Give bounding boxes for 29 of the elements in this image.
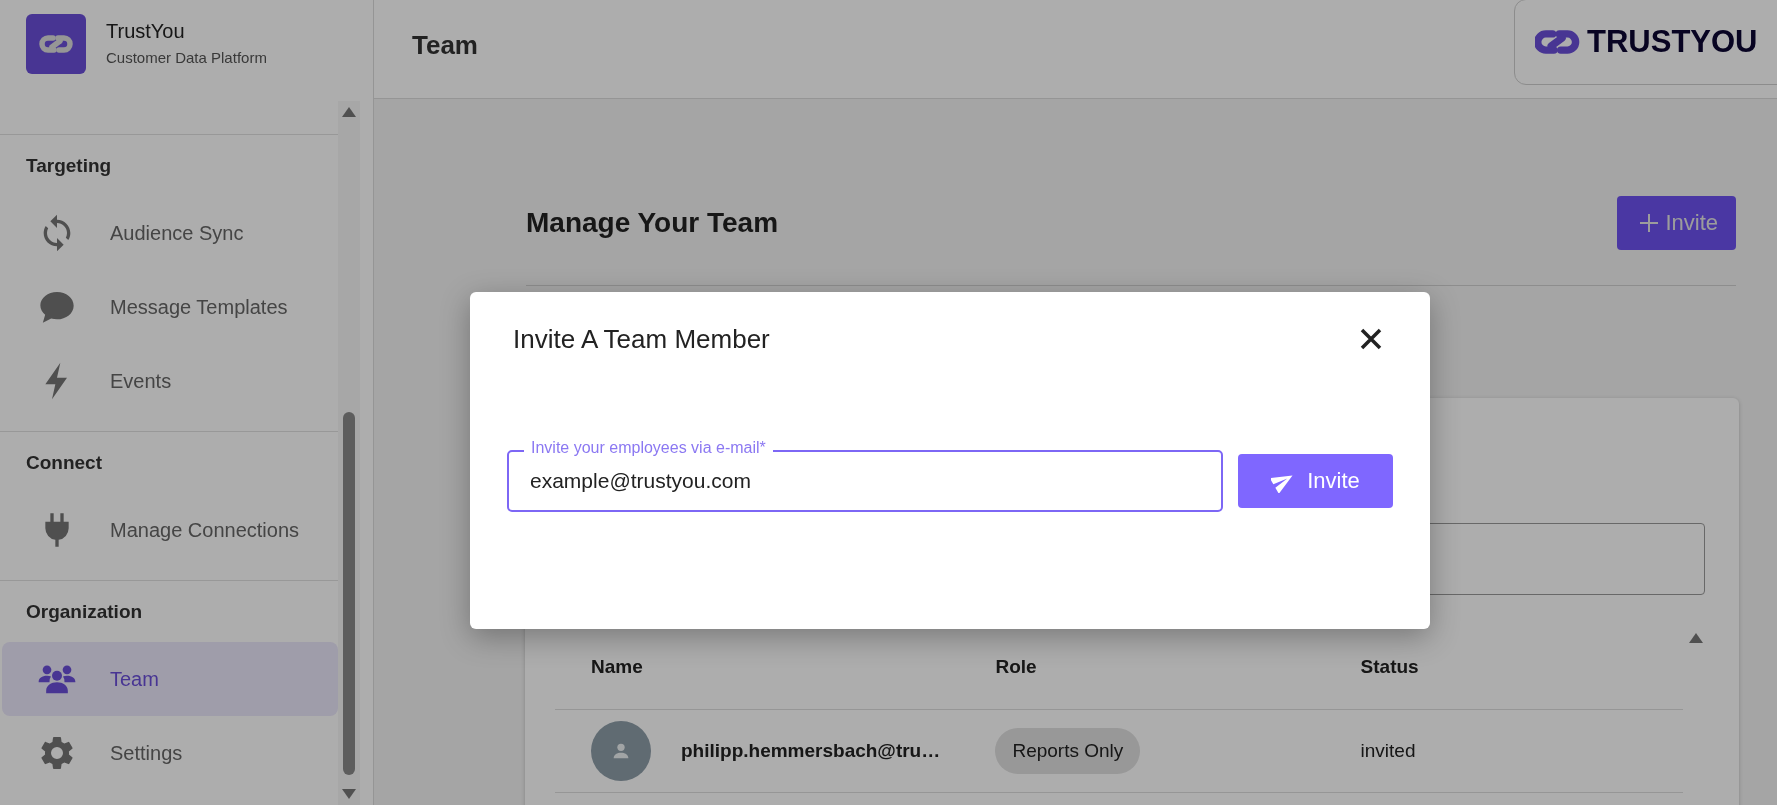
- plus-icon: [1639, 213, 1660, 233]
- nav-item[interactable]: Audience Sync: [2, 196, 338, 270]
- nav-item[interactable]: Events: [2, 344, 338, 418]
- nav-item[interactable]: Settings: [2, 716, 338, 790]
- nav-item[interactable]: Message Templates: [2, 270, 338, 344]
- page-title: Team: [412, 30, 478, 61]
- field-label: Invite your employees via e-mail*: [524, 439, 773, 457]
- section-title: Connect: [25, 451, 103, 475]
- nav-item[interactable]: Team: [2, 642, 338, 716]
- scroll-up-icon[interactable]: [342, 107, 356, 117]
- section-title: Organization: [25, 600, 144, 624]
- invite-button[interactable]: Invite: [1617, 196, 1736, 250]
- nav-item[interactable]: Manage Connections: [2, 493, 338, 567]
- scroll-up-icon[interactable]: [1689, 633, 1703, 643]
- send-invite-button[interactable]: Invite: [1238, 454, 1393, 508]
- app-subtitle: Customer Data Platform: [106, 49, 267, 66]
- scrollbar[interactable]: [338, 101, 360, 805]
- section-title: Targeting: [25, 154, 113, 178]
- section-heading: Manage Your Team: [526, 207, 779, 239]
- scrollbar-thumb[interactable]: [343, 412, 355, 775]
- member-status: invited: [1324, 709, 1684, 793]
- app-name: TrustYou: [106, 20, 186, 43]
- app-logo: [26, 14, 86, 74]
- role-chip: Reports Only: [995, 728, 1141, 774]
- member-email: philipp.hemmersbach@tru…: [681, 740, 941, 762]
- dialog-title: Invite A Team Member: [513, 323, 770, 356]
- scroll-down-icon[interactable]: [342, 789, 356, 799]
- brand-logo-text: TRUSTYOU: [1587, 24, 1758, 60]
- avatar-icon: [591, 721, 651, 781]
